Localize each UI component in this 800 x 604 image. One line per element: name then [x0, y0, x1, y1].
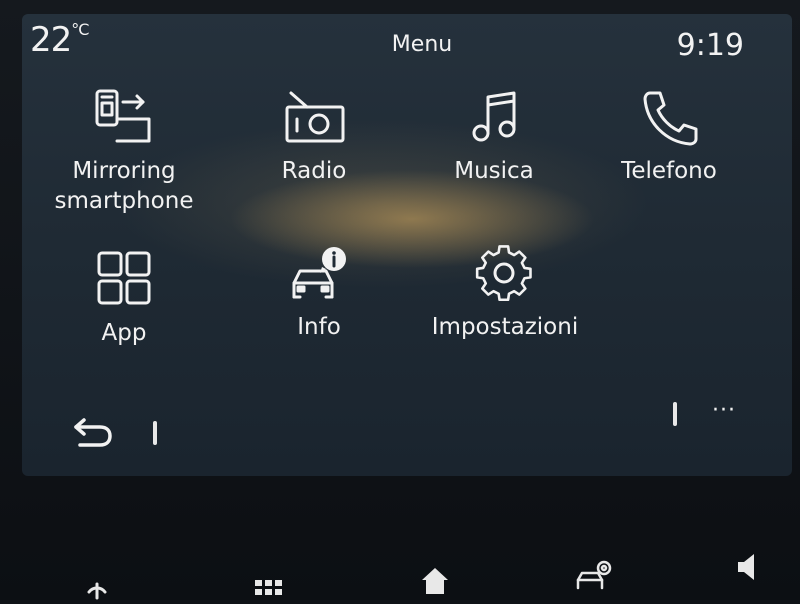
menu-item-label: Radio: [281, 158, 347, 184]
gear-icon: [470, 240, 540, 306]
car-settings-icon: [576, 560, 612, 590]
apps-grid-icon: [89, 246, 159, 312]
radio-icon: [279, 84, 349, 150]
back-button[interactable]: [70, 414, 116, 454]
power-button[interactable]: [80, 582, 114, 604]
menu-item-label: Impostazioni: [431, 314, 579, 340]
grid-icon: [255, 580, 282, 595]
infotainment-screen: 22°C Menu 9:19 Mirroring smartphone Radi…: [22, 14, 792, 476]
menu-item-telefono[interactable]: Telefono: [584, 84, 754, 186]
home-icon: [422, 568, 448, 594]
menu-item-impostazioni[interactable]: Impostazioni: [420, 240, 590, 342]
car-settings-button[interactable]: [576, 556, 616, 594]
menu-item-label: App: [101, 320, 147, 346]
home-button[interactable]: [420, 566, 450, 600]
divider: [673, 402, 677, 426]
phone-handset-icon: [634, 84, 704, 150]
page-title: Menu: [391, 32, 453, 57]
menu-item-info[interactable]: Info: [234, 240, 404, 342]
phone-mirroring-icon: [89, 84, 159, 150]
more-options-button[interactable]: ···: [712, 398, 736, 423]
temperature-value: 22: [30, 20, 72, 60]
divider: [153, 421, 157, 445]
menu-item-label: Info: [297, 314, 341, 340]
grid-button[interactable]: [254, 578, 284, 604]
menu-item-mirroring-smartphone[interactable]: Mirroring smartphone: [39, 84, 209, 216]
car-info-icon: [284, 240, 354, 306]
music-note-icon: [459, 84, 529, 150]
volume-icon: [738, 554, 754, 580]
temperature-unit: °C: [71, 20, 89, 39]
menu-item-app[interactable]: App: [39, 246, 209, 348]
menu-item-label: Telefono: [621, 158, 717, 184]
volume-button[interactable]: [736, 552, 760, 586]
back-arrow-icon: [74, 418, 112, 447]
menu-item-musica[interactable]: Musica: [409, 84, 579, 186]
temperature-readout: 22°C: [30, 20, 89, 60]
menu-item-label: Mirroring smartphone: [54, 158, 194, 214]
menu-item-label: Musica: [454, 158, 534, 184]
power-icon: [87, 582, 107, 600]
menu-item-radio[interactable]: Radio: [229, 84, 399, 186]
clock: 9:19: [676, 28, 744, 63]
